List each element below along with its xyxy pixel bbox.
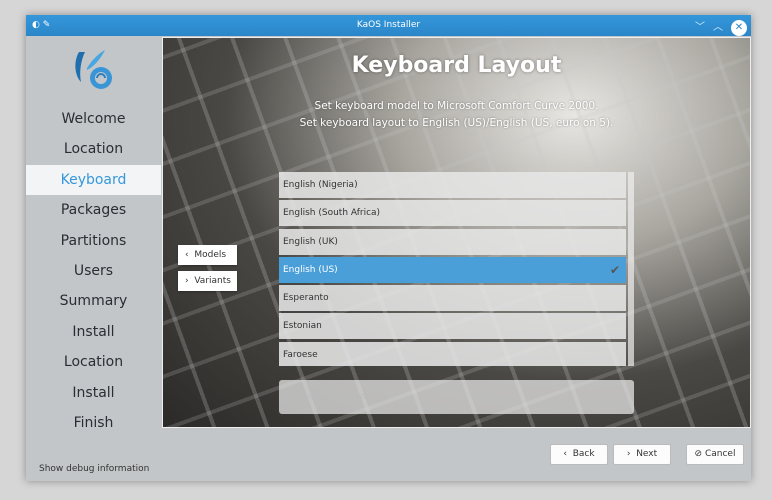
sidebar-item-packages: Packages [60, 202, 127, 219]
sidebar: Welcome Location Keyboard Packages Partition… [26, 36, 161, 431]
sidebar-item-location: Location [63, 354, 124, 371]
sidebar-item-users: Users [73, 262, 114, 279]
cancel-label: Cancel [704, 449, 736, 459]
app-pin-icons: ◐ ✎ [32, 20, 51, 30]
kaos-logo [26, 36, 161, 104]
layout-label: Faroese [283, 349, 318, 360]
chevron-right-icon: › [185, 276, 189, 286]
layout-label: English (South Africa) [283, 208, 381, 219]
layout-list-item[interactable]: Faroese [279, 341, 626, 366]
layout-list-scrollbar[interactable] [628, 172, 634, 366]
variants-label: Variants [194, 276, 231, 286]
sidebar-item-install: Install [72, 384, 115, 401]
layout-list-item[interactable]: English (US) ✔ [279, 256, 626, 283]
test-keyboard-input[interactable] [279, 380, 634, 414]
layout-label: English (US) [283, 264, 338, 275]
layout-label: English (UK) [283, 236, 338, 247]
sidebar-item-location: Location [63, 141, 124, 158]
variants-button[interactable]: › Variants [178, 271, 237, 291]
sidebar-item-install: Install [72, 323, 115, 340]
layout-label: Estonian [283, 321, 322, 332]
sidebar-item-welcome: Welcome [61, 111, 126, 127]
layout-label: Esperanto [283, 293, 329, 304]
sidebar-item-finish: Finish [73, 414, 114, 431]
layout-list-item[interactable]: English (Nigeria) [279, 172, 626, 198]
layout-list-item[interactable]: English (South Africa) [279, 200, 626, 227]
model-description: Set keyboard model to Microsoft Comfort … [314, 100, 599, 112]
keyboard-page: Keyboard Layout Set keyboard model to Mi… [162, 37, 751, 428]
maximize-icon[interactable]: ︿ [713, 17, 723, 38]
layout-list-item[interactable]: Esperanto [279, 285, 626, 312]
page-title: Keyboard Layout [351, 53, 562, 78]
back-label: Back [572, 449, 595, 459]
layout-list-item[interactable]: Estonian [279, 313, 626, 340]
chevron-left-icon: ‹ [185, 250, 189, 260]
chevron-left-icon: ‹ [563, 449, 567, 459]
close-icon[interactable]: ✕ [731, 19, 747, 36]
layout-label: English (Nigeria) [283, 180, 358, 190]
models-button[interactable]: ‹ Models [178, 245, 237, 265]
back-button[interactable]: ‹ Back [550, 444, 608, 465]
installer-window: ◐ ✎ KaOS Installer ﹀ ︿ ✕ Welcome Location… [26, 15, 751, 481]
layout-list: English (Nigeria) English (South Africa) E… [279, 172, 634, 366]
layout-list-item[interactable]: English (UK) [279, 228, 626, 255]
chevron-right-icon: › [626, 449, 631, 459]
window-title: KaOS Installer [356, 20, 421, 30]
models-label: Models [194, 250, 227, 260]
next-label: Next [636, 449, 658, 459]
sidebar-item-keyboard: Keyboard [26, 164, 161, 196]
sidebar-item-summary: Summary [59, 293, 128, 310]
cancel-icon: ⊘ [694, 449, 703, 459]
check-icon: ✔ [609, 262, 620, 277]
next-button[interactable]: › Next [613, 444, 671, 465]
layout-description: Set keyboard layout to English (US)/Engl… [299, 117, 614, 129]
cancel-button[interactable]: ⊘ Cancel [686, 444, 744, 465]
sidebar-item-partitions: Partitions [60, 232, 127, 249]
minimize-icon[interactable]: ﹀ [695, 17, 705, 38]
title-bar: ◐ ✎ KaOS Installer ﹀ ︿ ✕ [26, 15, 751, 36]
show-debug-link[interactable]: Show debug information [39, 464, 149, 474]
